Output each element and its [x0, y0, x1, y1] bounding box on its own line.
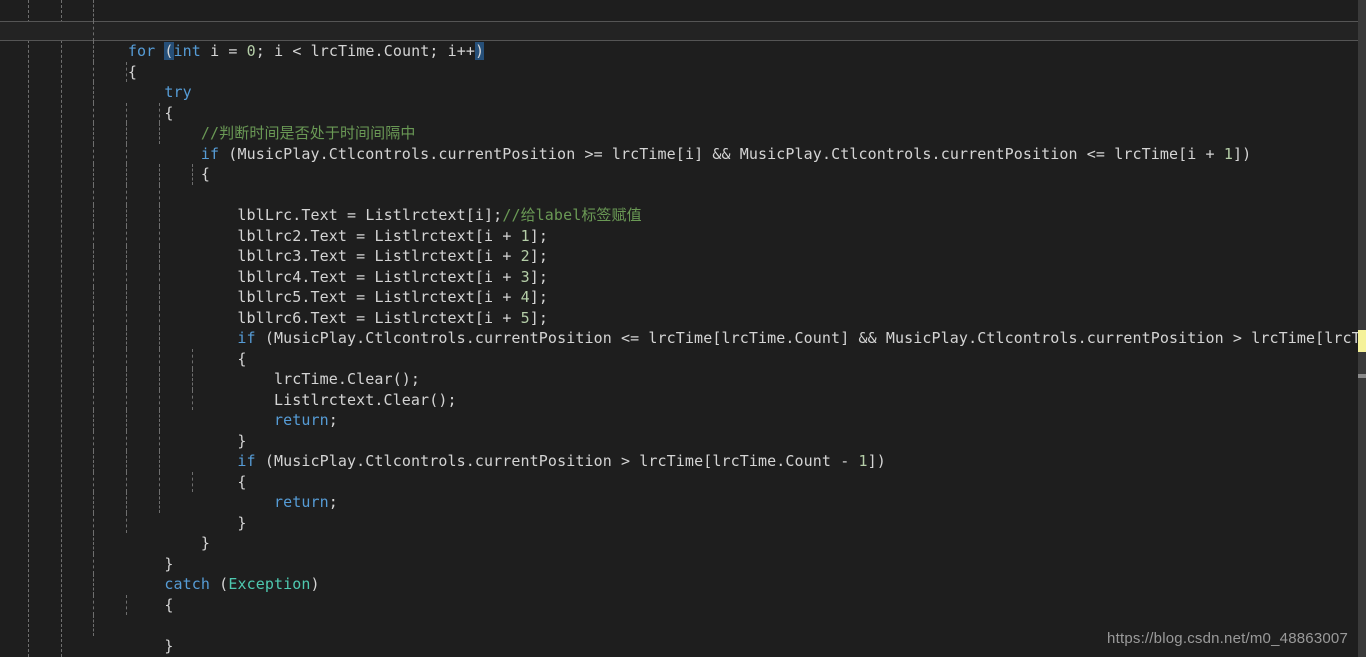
- code-line[interactable]: lbllrc2.Text = Listlrctext[i + 1];: [0, 205, 1366, 245]
- code-line[interactable]: }: [0, 533, 1366, 573]
- change-marker[interactable]: [1358, 330, 1366, 352]
- code-line[interactable]: lbllrc3.Text = Listlrctext[i + 2];: [0, 225, 1366, 265]
- code-line-blank[interactable]: [0, 594, 1366, 615]
- code-line[interactable]: lbllrc4.Text = Listlrctext[i + 3];: [0, 246, 1366, 286]
- code-line[interactable]: //循环遍历集合，将歌词取出来: [0, 0, 1366, 40]
- code-line[interactable]: {: [0, 143, 1366, 183]
- code-surface[interactable]: //循环遍历集合，将歌词取出来 for (int i = 0; i < lrcT…: [0, 0, 1366, 657]
- code-line[interactable]: {: [0, 574, 1366, 614]
- code-line[interactable]: return;: [0, 471, 1366, 511]
- code-line-blank[interactable]: [0, 164, 1366, 185]
- code-line-current[interactable]: for (int i = 0; i < lrcTime.Count; i++): [0, 20, 1366, 60]
- code-line[interactable]: if (MusicPlay.Ctlcontrols.currentPositio…: [0, 123, 1366, 163]
- code-line[interactable]: return;: [0, 389, 1366, 429]
- code-line[interactable]: {: [0, 82, 1366, 122]
- code-line[interactable]: lblLrc.Text = Listlrctext[i];//给label标签赋…: [0, 184, 1366, 224]
- code-line[interactable]: }: [0, 512, 1366, 552]
- code-line[interactable]: Listlrctext.Clear();: [0, 369, 1366, 409]
- code-line[interactable]: }: [0, 492, 1366, 532]
- code-line[interactable]: lbllrc5.Text = Listlrctext[i + 4];: [0, 266, 1366, 306]
- code-line[interactable]: if (MusicPlay.Ctlcontrols.currentPositio…: [0, 307, 1366, 347]
- scrollbar-annotation-strip[interactable]: [1358, 0, 1366, 657]
- code-line[interactable]: lbllrc6.Text = Listlrctext[i + 5];: [0, 287, 1366, 327]
- watermark: https://blog.csdn.net/m0_48863007: [1107, 630, 1348, 647]
- scrollbar-tick[interactable]: [1358, 374, 1366, 378]
- code-line[interactable]: catch (Exception): [0, 553, 1366, 593]
- code-line[interactable]: lrcTime.Clear();: [0, 348, 1366, 388]
- code-line[interactable]: //判断时间是否处于时间间隔中: [0, 102, 1366, 142]
- code-line[interactable]: if (MusicPlay.Ctlcontrols.currentPositio…: [0, 430, 1366, 470]
- code-line[interactable]: {: [0, 451, 1366, 491]
- code-line[interactable]: {: [0, 41, 1366, 81]
- code-line[interactable]: }: [0, 410, 1366, 450]
- code-line[interactable]: {: [0, 328, 1366, 368]
- code-line[interactable]: try: [0, 61, 1366, 101]
- code-editor[interactable]: //循环遍历集合，将歌词取出来 for (int i = 0; i < lrcT…: [0, 0, 1366, 657]
